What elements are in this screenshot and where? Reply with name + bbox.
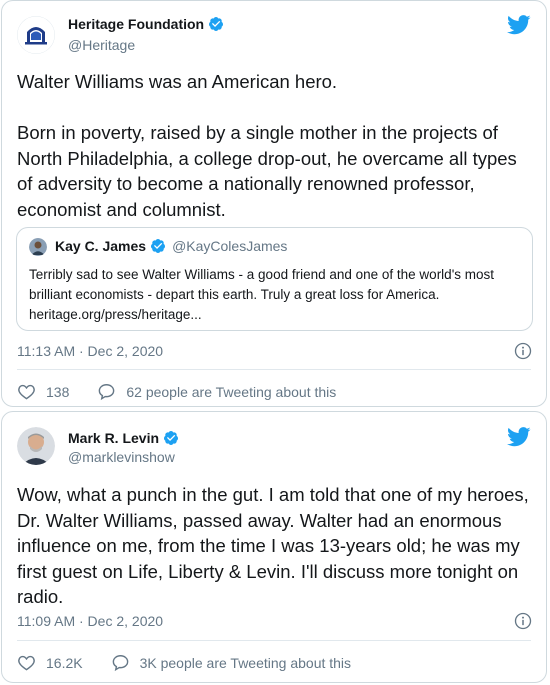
tweet-timestamp[interactable]: 11:13 AM · Dec 2, 2020 — [17, 343, 163, 359]
like-count: 16.2K — [46, 654, 83, 671]
divider — [17, 369, 531, 370]
conversation-link[interactable]: 3K people are Tweeting about this — [111, 653, 351, 672]
heart-icon — [17, 653, 36, 672]
divider — [17, 640, 531, 641]
quoted-tweet-text: Terribly sad to see Walter Williams - a … — [29, 267, 495, 322]
tweet-card[interactable]: Mark R. Levin @marklevinshow Wow, what a… — [1, 411, 547, 683]
tweet-card[interactable]: Heritage Foundation @Heritage Walter Wil… — [1, 0, 547, 407]
conversation-text: 3K people are Tweeting about this — [139, 654, 352, 671]
speech-bubble-icon — [111, 653, 130, 672]
speech-bubble-icon — [97, 382, 116, 401]
like-button[interactable]: 138 — [17, 382, 69, 401]
conversation-text: 62 people are Tweeting about this — [126, 383, 337, 400]
author-name-text[interactable]: Mark R. Levin — [68, 430, 159, 446]
tweet-text: Walter Williams was an American hero. Bo… — [17, 71, 517, 220]
info-icon[interactable] — [514, 342, 532, 360]
twitter-bird-icon[interactable] — [507, 427, 531, 447]
verified-badge-icon — [208, 16, 224, 32]
author-name[interactable]: Heritage Foundation — [68, 16, 224, 32]
tweet-actions: 138 62 people are Tweeting about this — [17, 382, 336, 401]
author-handle[interactable]: @marklevinshow — [68, 449, 175, 465]
like-count: 138 — [46, 383, 70, 400]
tweet-timestamp[interactable]: 11:09 AM · Dec 2, 2020 — [17, 613, 163, 629]
quoted-tweet[interactable]: Kay C. James @KayColesJames Terribly sad… — [16, 227, 533, 331]
twitter-bird-icon[interactable] — [507, 15, 531, 35]
levin-avatar[interactable] — [17, 427, 55, 465]
quoted-author-name: Kay C. James — [55, 238, 147, 254]
info-icon[interactable] — [514, 612, 532, 630]
heart-icon — [17, 382, 36, 401]
like-button[interactable]: 16.2K — [17, 653, 83, 672]
quoted-author-handle: @KayColesJames — [172, 238, 288, 254]
author-handle[interactable]: @Heritage — [68, 37, 135, 53]
author-name-text[interactable]: Heritage Foundation — [68, 16, 204, 32]
verified-badge-icon — [150, 238, 166, 254]
verified-badge-icon — [163, 430, 179, 446]
author-name[interactable]: Mark R. Levin — [68, 430, 179, 446]
conversation-link[interactable]: 62 people are Tweeting about this — [97, 382, 336, 401]
tweet-actions: 16.2K 3K people are Tweeting about this — [17, 653, 351, 672]
heritage-avatar[interactable] — [17, 16, 55, 54]
kay-james-avatar — [29, 238, 47, 256]
tweet-text: Wow, what a punch in the gut. I am told … — [17, 484, 529, 607]
quoted-author: Kay C. James @KayColesJames — [55, 238, 287, 254]
